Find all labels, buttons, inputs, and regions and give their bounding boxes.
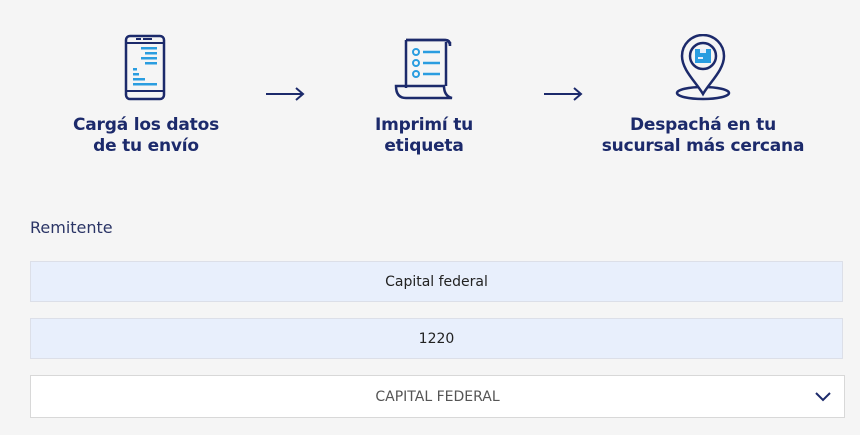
step-1-label-line2: de tu envío — [93, 136, 199, 156]
step-3-label: Despachá en tu sucursal más cercana — [588, 115, 818, 157]
phone-form-icon — [124, 34, 166, 107]
arrow-right-icon — [265, 86, 305, 107]
step-3-label-line1: Despachá en tu — [630, 115, 776, 135]
step-3-label-line2: sucursal más cercana — [601, 136, 805, 156]
step-2-label-line1: Imprimí tu — [374, 115, 474, 135]
city-select-value: CAPITAL FEDERAL — [375, 388, 500, 405]
receipt-checklist-icon — [394, 38, 454, 107]
step-2-label: Imprimí tu etiqueta — [344, 115, 504, 157]
step-1-label: Cargá los datos de tu envío — [60, 115, 232, 157]
sender-section-label: Remitente — [30, 218, 113, 237]
postal-code-field[interactable]: 1220 — [30, 318, 843, 359]
step-1-label-line1: Cargá los datos — [73, 115, 219, 135]
shipping-form-page: Cargá los datos de tu envío Imprimí tu e… — [0, 0, 860, 435]
location-pin-package-icon — [674, 33, 732, 107]
arrow-right-icon — [543, 86, 583, 107]
province-field[interactable]: Capital federal — [30, 261, 843, 302]
step-2-label-line2: etiqueta — [384, 136, 464, 156]
province-field-value: Capital federal — [385, 273, 488, 290]
chevron-down-icon[interactable] — [814, 388, 832, 410]
city-select[interactable]: CAPITAL FEDERAL — [30, 375, 845, 418]
postal-code-field-value: 1220 — [418, 330, 455, 347]
